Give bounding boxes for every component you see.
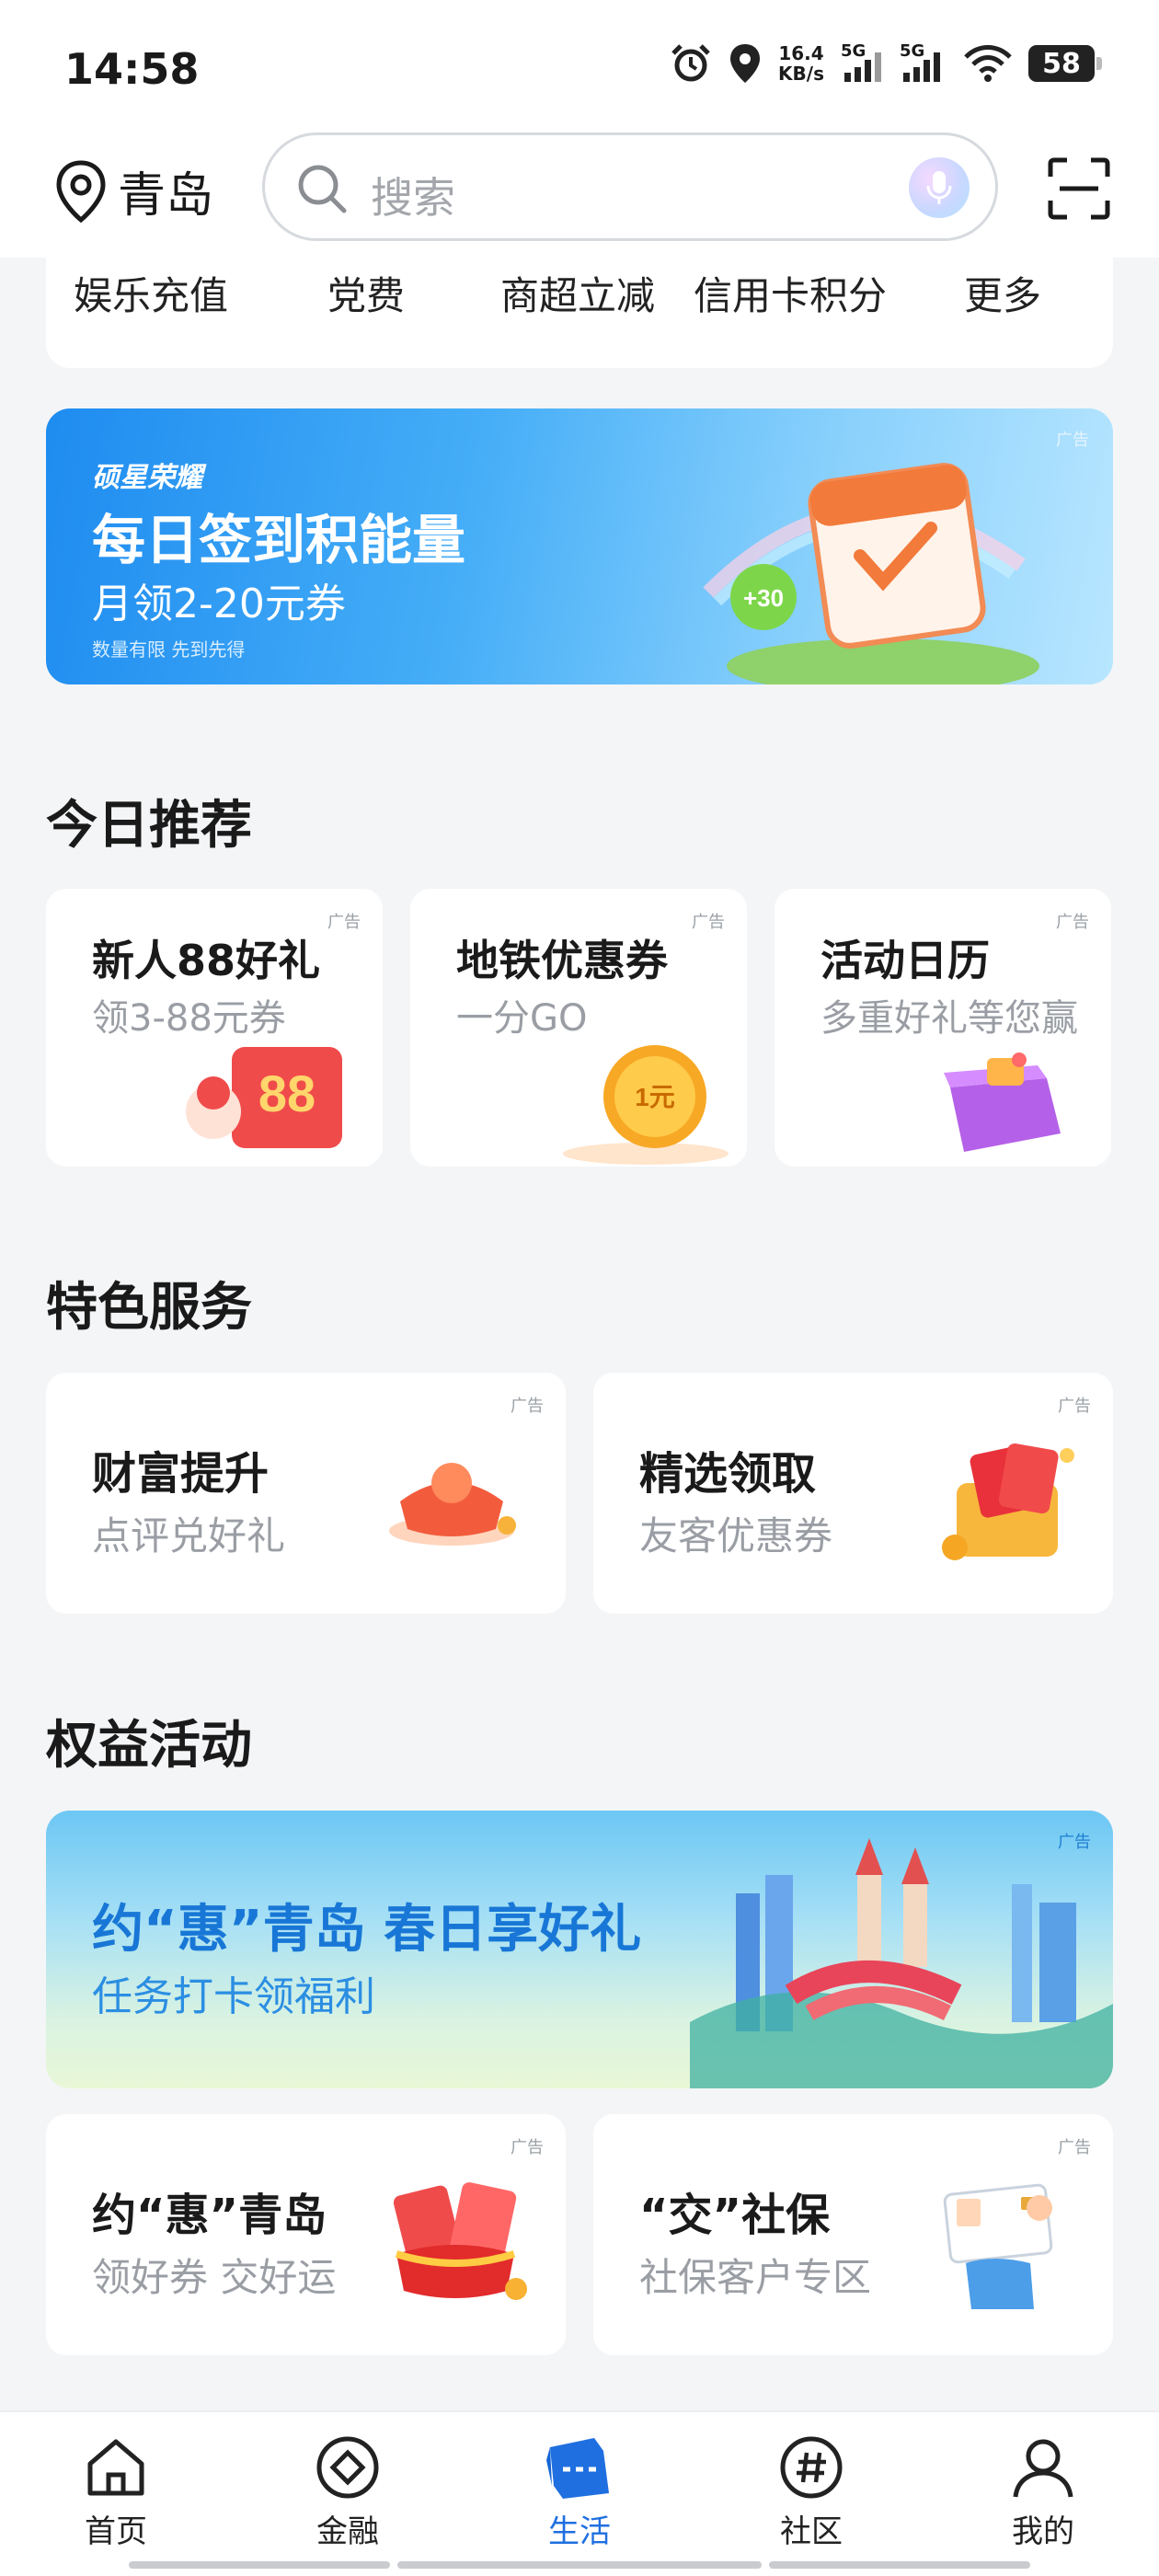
- net-speed-unit: KB/s: [778, 63, 824, 85]
- banner-title: 约“惠”青岛 春日享好礼: [92, 1900, 642, 1960]
- nav-mine-label: 我的: [1012, 2513, 1074, 2550]
- battery-indicator: 58: [1028, 45, 1102, 82]
- signal-2-icon: 5G: [900, 41, 947, 84]
- status-icons: 16.4 KB/s 5G 5G 58: [670, 41, 1102, 85]
- city-selector[interactable]: 青岛: [53, 156, 213, 225]
- wifi-icon: [964, 45, 1012, 82]
- nav-home-label: 首页: [85, 2513, 147, 2550]
- points-badge: +30: [743, 584, 784, 612]
- gesture-bar-right: [769, 2561, 1030, 2569]
- nav-life-label: 生活: [548, 2513, 611, 2550]
- rec-card-title: 地铁优惠券: [456, 936, 668, 985]
- bottom-navigation: 首页 金融 生活 社区 我的: [0, 2410, 1159, 2576]
- signal-1-icon: 5G: [841, 41, 883, 84]
- microphone-icon: [926, 171, 952, 204]
- banner-subtitle: 月领2-20元券: [92, 581, 346, 627]
- nav-home[interactable]: 首页: [42, 2432, 189, 2551]
- search-bar[interactable]: 搜索: [262, 132, 998, 241]
- banner-note: 数量有限 先到先得: [92, 638, 246, 661]
- banner-subtitle: 任务打卡领福利: [92, 1973, 375, 2020]
- nav-community[interactable]: 社区: [738, 2432, 885, 2551]
- social-security-card-illustration: [943, 2183, 1053, 2309]
- status-time: 14:58: [64, 44, 200, 94]
- ad-label: 广告: [1058, 1397, 1091, 1416]
- quick-link-entertainment[interactable]: 娱乐充值: [74, 265, 228, 321]
- section-title-today: 今日推荐: [46, 796, 252, 856]
- hashtag-icon: [780, 2436, 843, 2499]
- gesture-bar-left: [129, 2561, 390, 2569]
- rec-card-subtitle: 一分GO: [456, 997, 588, 1040]
- service-card-subtitle: 友客优惠券: [639, 1513, 833, 1558]
- net-speed-value: 16.4: [778, 42, 824, 64]
- voice-search-button[interactable]: [909, 157, 970, 218]
- nav-finance-label: 金融: [316, 2513, 379, 2550]
- finance-icon: [316, 2436, 379, 2499]
- app-header: 青岛 搜索: [0, 129, 1159, 258]
- coin-text: 1元: [635, 1083, 675, 1111]
- ticket-icon: [546, 2438, 609, 2499]
- rec-card-subtitle: 多重好礼等您赢: [820, 997, 1078, 1040]
- benefit-card-social-security[interactable]: 广告 “交”社保 社保客户专区: [593, 2114, 1113, 2355]
- ad-label: 广告: [511, 2138, 544, 2157]
- rec-card-metro[interactable]: 广告 地铁优惠券 一分GO 1元: [410, 889, 747, 1167]
- qingdao-spring-banner[interactable]: 广告 约“惠”青岛 春日享好礼 任务打卡领福利: [46, 1811, 1113, 2088]
- envelope-88-text: 88: [258, 1064, 316, 1122]
- red-packet-box-illustration: [942, 1443, 1074, 1560]
- location-pin-icon: [56, 159, 106, 223]
- red-envelope-88-illustration: 88: [186, 1047, 342, 1148]
- network-speed: 16.4 KB/s: [778, 43, 824, 84]
- ad-label: 广告: [327, 913, 361, 932]
- ad-label: 广告: [1058, 2138, 1091, 2157]
- gesture-bar-center[interactable]: [397, 2561, 762, 2569]
- service-card-selection[interactable]: 广告 精选领取 友客优惠券: [593, 1373, 1113, 1614]
- city-name: 青岛: [118, 168, 214, 224]
- home-icon: [87, 2439, 144, 2496]
- benefit-card-qingdao[interactable]: 广告 约“惠”青岛 领好券 交好运: [46, 2114, 566, 2355]
- alarm-icon: [671, 44, 710, 82]
- red-envelopes-illustration: [393, 2182, 527, 2300]
- search-placeholder: 搜索: [371, 173, 455, 223]
- benefit-card-title: 约“惠”青岛: [92, 2190, 327, 2241]
- quick-link-party-fee[interactable]: 党费: [327, 265, 405, 321]
- treasure-illustration: [389, 1463, 516, 1546]
- quick-link-more[interactable]: 更多: [964, 265, 1041, 321]
- nav-community-label: 社区: [780, 2513, 843, 2550]
- benefit-card-subtitle: 社保客户专区: [639, 2255, 872, 2300]
- rec-card-newcomer[interactable]: 广告 新人88好礼 领3-88元券 88: [46, 889, 383, 1167]
- banner-title: 每日签到积能量: [92, 509, 466, 571]
- service-card-subtitle: 点评兑好礼: [92, 1513, 286, 1558]
- qingdao-skyline-illustration: [690, 1838, 1113, 2088]
- location-status-icon: [730, 44, 761, 83]
- search-icon: [298, 165, 347, 213]
- service-card-title: 财富提升: [92, 1448, 270, 1500]
- rec-card-subtitle: 领3-88元券: [92, 997, 286, 1040]
- rec-card-title: 活动日历: [820, 936, 990, 985]
- quick-link-credit-points[interactable]: 信用卡积分: [694, 265, 887, 321]
- service-card-wealth[interactable]: 广告 财富提升 点评兑好礼: [46, 1373, 566, 1614]
- calendar-illustration: +30: [703, 463, 1039, 684]
- rec-card-title: 新人88好礼: [92, 936, 321, 985]
- nav-finance[interactable]: 金融: [274, 2432, 421, 2551]
- benefit-card-title: “交”社保: [639, 2190, 831, 2241]
- ad-label: 广告: [1056, 913, 1089, 932]
- benefit-card-subtitle: 领好券 交好运: [92, 2255, 337, 2300]
- service-card-title: 精选领取: [639, 1448, 817, 1500]
- scan-icon[interactable]: [1047, 156, 1111, 221]
- section-title-services: 特色服务: [46, 1278, 252, 1338]
- quick-link-supermarket[interactable]: 商超立减: [500, 265, 655, 321]
- ad-label: 广告: [511, 1397, 544, 1416]
- coin-illustration: 1元: [563, 1045, 729, 1165]
- sign-in-banner[interactable]: 广告 硕星荣耀 每日签到积能量 月领2-20元券 数量有限 先到先得 +30: [46, 408, 1113, 684]
- user-icon: [1013, 2439, 1073, 2498]
- status-bar: 14:58 16.4 KB/s 5G 5G 58: [0, 0, 1159, 138]
- section-title-benefits: 权益活动: [46, 1716, 252, 1776]
- nav-mine[interactable]: 我的: [970, 2432, 1117, 2551]
- rec-card-calendar[interactable]: 广告 活动日历 多重好礼等您赢: [775, 889, 1111, 1167]
- gift-box-illustration: [944, 1052, 1061, 1152]
- nav-life[interactable]: 生活: [506, 2432, 653, 2551]
- banner-brand: 硕星荣耀: [92, 462, 202, 494]
- ad-label: 广告: [692, 913, 725, 932]
